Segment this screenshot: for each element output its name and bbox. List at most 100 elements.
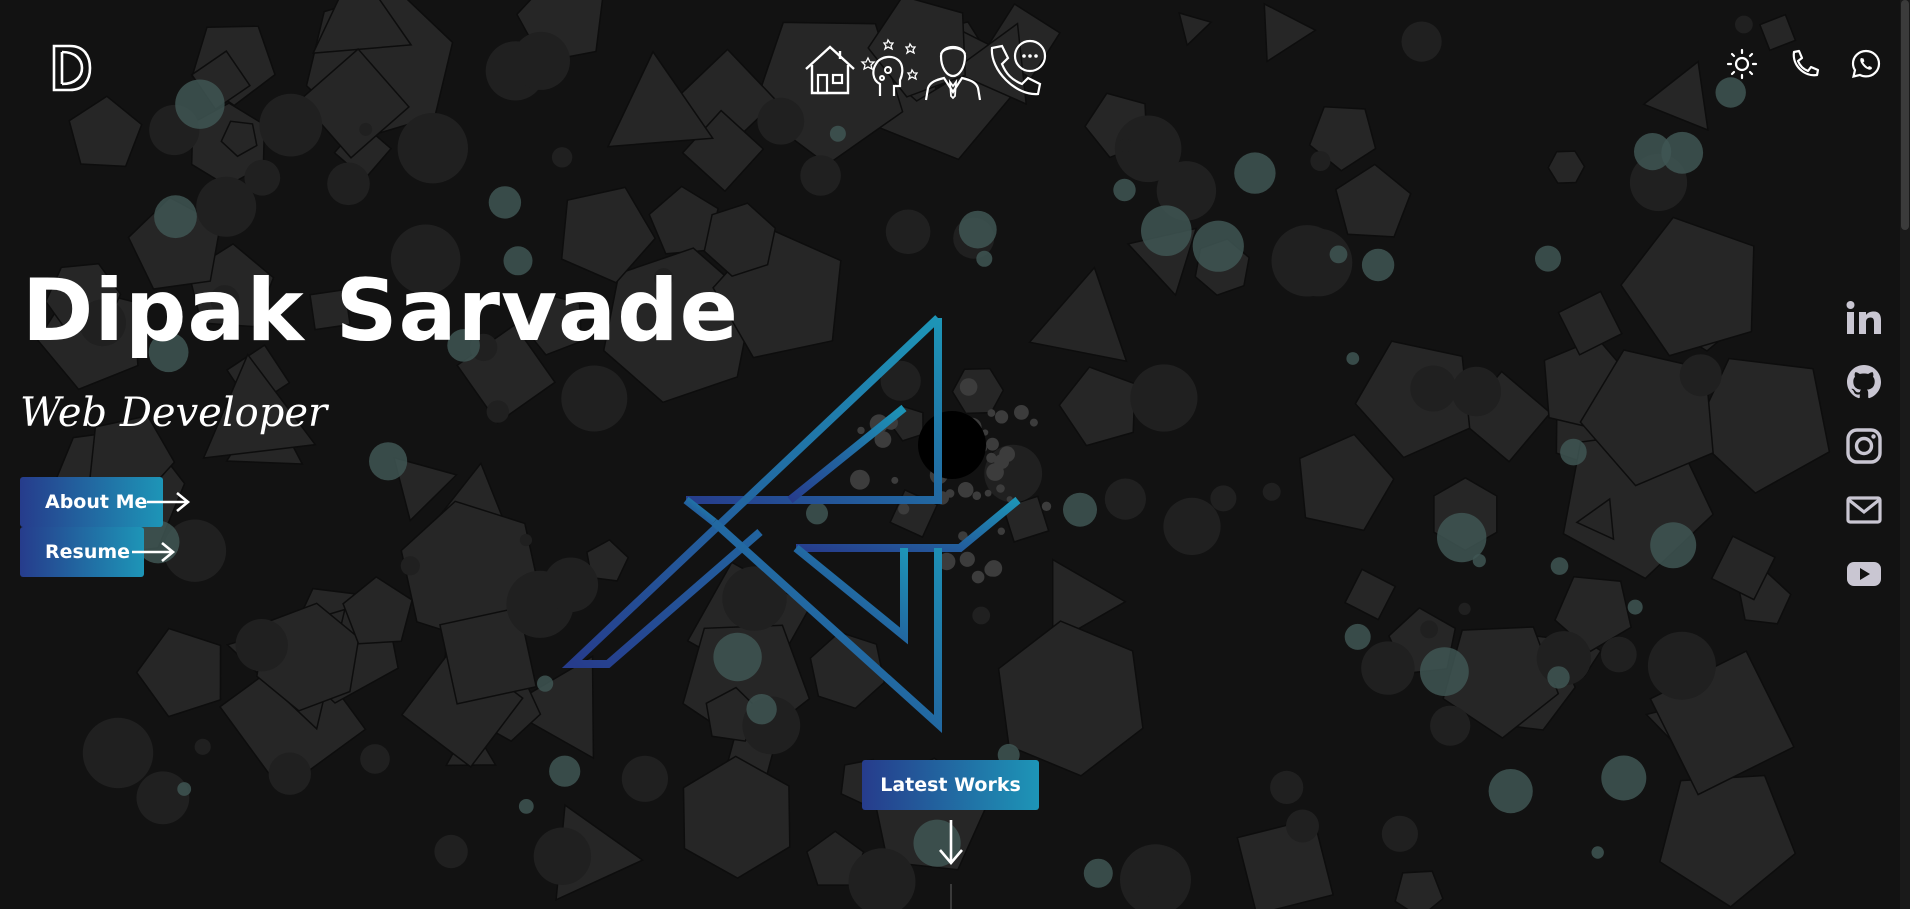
bg-teal-bubble: [1344, 623, 1371, 650]
bg-teal-bubble: [1560, 438, 1587, 466]
person-suit-icon[interactable]: [922, 36, 984, 102]
arrow-right-icon: [147, 491, 191, 513]
header-actions: [1726, 48, 1882, 80]
youtube-icon[interactable]: [1844, 554, 1884, 594]
bg-teal-bubble: [1113, 178, 1136, 202]
bg-teal-bubble: [1437, 512, 1487, 563]
bg-dark-bubble: [1270, 770, 1304, 805]
bg-shape: [1178, 11, 1213, 47]
bg-teal-bubble: [549, 755, 581, 787]
bg-dark-bubble: [1104, 478, 1146, 520]
d-logo-icon[interactable]: [48, 42, 94, 94]
bg-dark-bubble: [1647, 631, 1716, 700]
bg-dark-bubble: [268, 752, 311, 795]
resume-button[interactable]: Resume: [20, 527, 176, 577]
bg-teal-bubble: [1591, 846, 1604, 859]
bg-teal-bubble: [958, 210, 997, 249]
hero-role: Web Developer: [20, 390, 328, 436]
bg-dark-bubble: [194, 738, 211, 755]
about-me-label: About Me: [45, 491, 148, 513]
bg-dark-bubble: [1271, 225, 1343, 297]
bg-teal-bubble: [1547, 666, 1570, 689]
bg-teal-bubble: [829, 125, 846, 142]
bg-dark-bubble: [1381, 815, 1418, 852]
bg-teal-bubble: [175, 79, 225, 129]
bg-dark-bubble: [359, 122, 373, 136]
whatsapp-icon[interactable]: [1850, 48, 1882, 80]
bg-dark-bubble: [1118, 138, 1133, 153]
github-icon[interactable]: [1844, 362, 1884, 402]
bg-teal-bubble: [1601, 755, 1647, 801]
bg-teal-bubble: [537, 675, 554, 692]
bg-dark-bubble: [1458, 602, 1471, 616]
bg-teal-bubble: [1627, 599, 1643, 615]
center-star-logo: [561, 315, 1021, 733]
bg-dark-bubble: [1679, 354, 1722, 397]
linkedin-icon[interactable]: [1844, 298, 1884, 338]
bg-dark-bubble: [621, 755, 669, 802]
bg-dark-bubble: [533, 827, 592, 885]
bg-teal-bubble: [369, 442, 408, 481]
bg-dark-bubble: [1401, 21, 1442, 62]
bg-dark-bubble: [136, 771, 190, 825]
bg-dark-bubble: [397, 113, 468, 184]
phone-chat-icon[interactable]: [984, 36, 1050, 102]
bg-teal-bubble: [1420, 647, 1469, 696]
bg-teal-bubble: [1715, 77, 1746, 108]
portfolio-page: Dipak Sarvade Web Developer About Me Res…: [0, 0, 1910, 909]
bg-teal-bubble: [1329, 245, 1348, 264]
bg-dark-bubble: [519, 534, 533, 547]
bg-teal-bubble: [1661, 131, 1704, 174]
phone-icon[interactable]: [1788, 48, 1820, 80]
bg-shape: [1298, 433, 1395, 532]
bg-shape: [1236, 817, 1335, 909]
arrow-right-icon: [132, 541, 176, 563]
bg-dark-bubble: [486, 400, 509, 423]
bg-shape: [1658, 774, 1797, 908]
bg-shape: [1547, 150, 1586, 184]
sun-icon[interactable]: [1726, 48, 1758, 80]
bg-dark-bubble: [1451, 366, 1502, 417]
page-scrollbar[interactable]: [1900, 0, 1910, 909]
bg-shape: [682, 755, 791, 879]
bg-teal-bubble: [518, 799, 534, 814]
bg-teal-bubble: [488, 186, 522, 219]
bg-dark-bubble: [1210, 485, 1237, 512]
bg-dark-bubble: [1130, 364, 1198, 432]
arrow-down-icon[interactable]: [935, 818, 967, 866]
latest-works-button[interactable]: Latest Works: [862, 760, 1039, 810]
bg-teal-bubble: [1192, 220, 1244, 272]
bg-dark-bubble: [327, 162, 370, 206]
bg-teal-bubble: [1650, 522, 1697, 569]
bg-dark-bubble: [551, 147, 573, 168]
about-me-button[interactable]: About Me: [20, 477, 191, 527]
bg-shape: [1758, 13, 1797, 52]
scrollbar-thumb[interactable]: [1901, 0, 1909, 230]
bg-shape: [68, 95, 143, 168]
bg-cluster-dot: [1041, 501, 1052, 511]
bg-shape: [1557, 290, 1623, 356]
bg-shape: [1394, 870, 1444, 909]
top-nav: [800, 34, 1060, 104]
bg-teal-bubble: [976, 250, 993, 267]
head-ideas-icon[interactable]: [860, 36, 922, 102]
bg-teal-bubble: [177, 782, 192, 796]
bg-dark-bubble: [1310, 151, 1331, 171]
instagram-icon[interactable]: [1844, 426, 1884, 466]
bg-teal-bubble: [1234, 152, 1276, 194]
house-icon[interactable]: [800, 39, 860, 99]
bg-dark-bubble: [1262, 482, 1281, 501]
resume-label: Resume: [45, 541, 131, 563]
bg-dark-bubble: [244, 159, 281, 196]
bg-dark-bubble: [235, 619, 288, 672]
bg-dark-bubble: [82, 717, 154, 789]
bg-dark-bubble: [1286, 809, 1319, 843]
bg-dark-bubble: [800, 155, 841, 196]
mail-icon[interactable]: [1844, 490, 1884, 530]
bg-dark-bubble: [1735, 15, 1753, 34]
bg-shape: [1642, 60, 1709, 132]
bg-teal-bubble: [1063, 492, 1097, 527]
bg-shape: [1343, 568, 1397, 621]
bg-shape: [1058, 366, 1136, 447]
bg-dark-bubble: [757, 97, 805, 145]
